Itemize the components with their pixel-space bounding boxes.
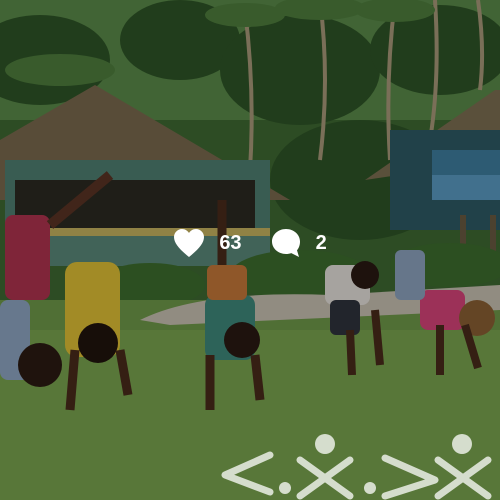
comments-stat[interactable]: 2: [270, 227, 327, 259]
heart-icon: [173, 228, 205, 258]
likes-count: 63: [219, 231, 242, 254]
speech-bubble-icon: [270, 227, 302, 259]
logo-watermark: [221, 434, 492, 500]
post-tile[interactable]: 63 2: [0, 0, 500, 500]
likes-stat[interactable]: 63: [173, 228, 242, 258]
comments-count: 2: [315, 231, 327, 254]
post-stats: 63 2: [0, 227, 500, 259]
